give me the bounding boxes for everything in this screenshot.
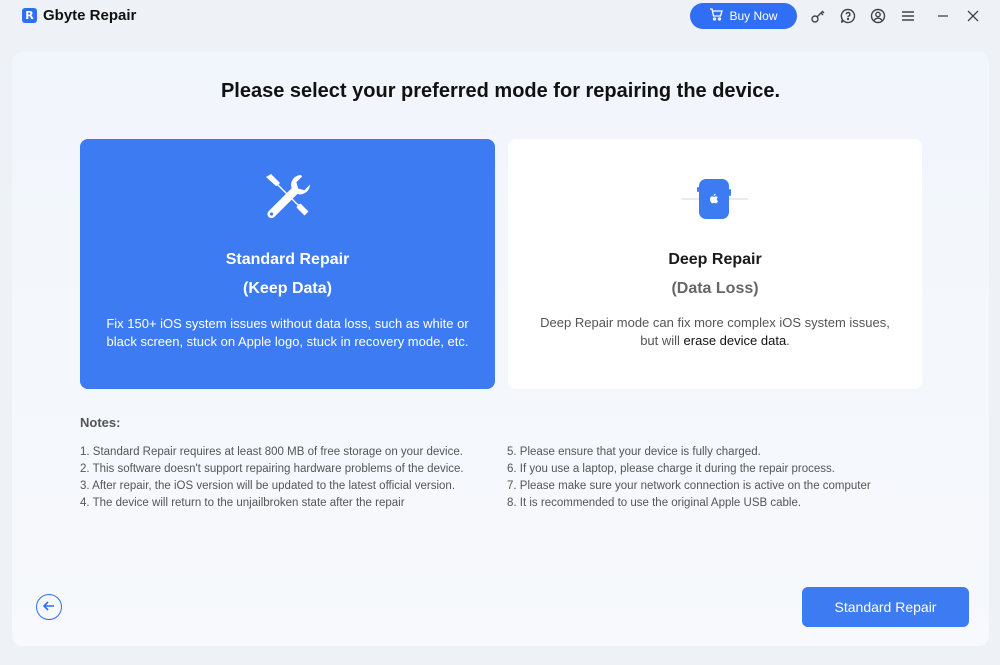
- deep-repair-warning: erase device data: [683, 333, 787, 348]
- help-icon[interactable]: [839, 7, 857, 25]
- standard-repair-title: Standard Repair: [225, 251, 350, 268]
- notes-list-left: 1. Standard Repair requires at least 800…: [80, 444, 500, 512]
- note-item: 5. Please ensure that your device is ful…: [507, 446, 761, 458]
- minimize-icon[interactable]: [934, 7, 952, 25]
- menu-icon[interactable]: [899, 7, 917, 25]
- standard-repair-subtitle: (Keep Data): [243, 280, 332, 297]
- page-heading: Please select your preferred mode for re…: [220, 80, 781, 102]
- note-item: 2. This software doesn't support repairi…: [80, 463, 464, 475]
- back-button[interactable]: [36, 594, 62, 620]
- standard-repair-description: Fix 150+ iOS system issues without data …: [106, 316, 469, 349]
- standard-repair-button[interactable]: Standard Repair: [802, 587, 969, 627]
- app-logo: R: [22, 8, 37, 23]
- note-item: 7. Please make sure your network connect…: [507, 480, 871, 492]
- note-item: 1. Standard Repair requires at least 800…: [80, 446, 463, 458]
- deep-repair-description-end: .: [786, 333, 790, 348]
- buy-now-label: Buy Now: [729, 9, 778, 23]
- deep-repair-card[interactable]: Deep Repair (Data Loss) Deep Repair mode…: [508, 139, 922, 389]
- tools-icon: [80, 169, 495, 225]
- account-icon[interactable]: [869, 7, 887, 25]
- phone-icon: [508, 169, 922, 225]
- note-item: 4. The device will return to the unjailb…: [80, 497, 405, 509]
- note-item: 8. It is recommended to use the original…: [507, 497, 802, 509]
- deep-repair-title: Deep Repair: [668, 251, 762, 268]
- key-icon[interactable]: [809, 7, 827, 25]
- notes-title: Notes:: [80, 415, 121, 430]
- standard-repair-card[interactable]: Standard Repair (Keep Data) Fix 150+ iOS…: [80, 139, 495, 389]
- deep-repair-description: Deep Repair mode can fix more complex iO…: [530, 314, 900, 350]
- back-arrow-icon: [42, 599, 56, 616]
- deep-repair-subtitle: (Data Loss): [671, 280, 759, 297]
- note-item: 3. After repair, the iOS version will be…: [80, 480, 456, 492]
- buy-now-button[interactable]: Buy Now: [690, 3, 797, 29]
- app-title: Gbyte Repair: [43, 7, 137, 24]
- main-panel: Please select your preferred mode for re…: [12, 52, 989, 646]
- close-icon[interactable]: [964, 7, 982, 25]
- notes-list-right: 5. Please ensure that your device is ful…: [507, 444, 927, 512]
- title-bar: R Gbyte Repair Buy Now: [0, 0, 1000, 32]
- note-item: 6. If you use a laptop, please charge it…: [507, 463, 835, 475]
- cart-icon: [709, 8, 724, 24]
